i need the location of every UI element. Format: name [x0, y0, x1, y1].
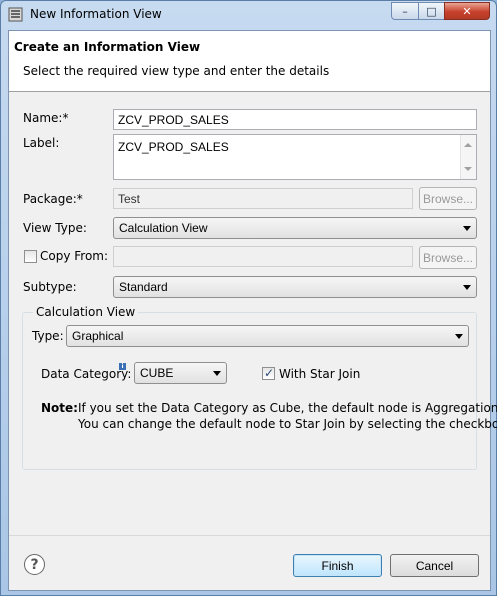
star-join-checkbox[interactable]: ✓	[262, 366, 275, 380]
scroll-down-icon[interactable]	[464, 167, 472, 171]
subtype-value: Standard	[119, 280, 168, 294]
package-input[interactable]: Test	[113, 188, 413, 209]
note-line-2: You can change the default node to Star …	[78, 417, 497, 431]
title-bar[interactable]: New Information View – □ ✕	[1, 1, 496, 28]
subtype-label: Subtype:	[23, 280, 77, 294]
header-message: Select the required view type and enter …	[23, 64, 330, 78]
package-browse-button[interactable]: Browse...	[419, 187, 477, 210]
scroll-up-icon[interactable]	[464, 143, 472, 147]
finish-button[interactable]: Finish	[293, 554, 382, 577]
dialog-body: Create an Information View Select the re…	[8, 30, 497, 591]
chevron-down-icon	[463, 226, 471, 231]
chevron-down-icon	[213, 371, 221, 376]
header-title: Create an Information View	[14, 40, 201, 54]
note-line-1: If you set the Data Category as Cube, th…	[78, 401, 497, 415]
help-icon[interactable]: ?	[24, 554, 45, 575]
check-icon: ✓	[264, 366, 275, 380]
copy-from-label: Copy From:	[40, 249, 109, 263]
data-category-value: CUBE	[140, 366, 174, 380]
copy-from-input[interactable]	[113, 246, 413, 267]
star-join-label: With Star Join	[279, 367, 361, 381]
label-textarea-value: ZCV_PROD_SALES	[118, 140, 229, 154]
app-icon	[8, 7, 23, 22]
type-select[interactable]: Graphical	[66, 325, 469, 347]
info-icon: i	[119, 363, 126, 370]
cancel-button[interactable]: Cancel	[390, 554, 479, 577]
calculation-view-group: Calculation View Type: Graphical Data Ca…	[22, 305, 497, 470]
name-label: Name:*	[23, 111, 69, 125]
chevron-down-icon	[463, 285, 471, 290]
name-input[interactable]: ZCV_PROD_SALES	[113, 109, 477, 130]
label-textarea[interactable]: ZCV_PROD_SALES	[113, 134, 477, 180]
data-category-label: Data Category:	[41, 367, 132, 381]
footer-divider	[9, 535, 490, 536]
dialog-window: New Information View – □ ✕ Create an Inf…	[0, 0, 497, 596]
note-prefix: Note:	[41, 401, 78, 415]
maximize-button[interactable]: □	[418, 2, 445, 20]
group-title: Calculation View	[33, 305, 139, 319]
data-category-select[interactable]: CUBE	[134, 362, 227, 384]
copy-from-checkbox[interactable]	[24, 250, 37, 263]
subtype-select[interactable]: Standard	[113, 276, 477, 298]
chevron-down-icon	[455, 334, 463, 339]
view-type-value: Calculation View	[119, 221, 208, 235]
view-type-select[interactable]: Calculation View	[113, 217, 477, 239]
close-button[interactable]: ✕	[444, 2, 490, 20]
type-value: Graphical	[72, 329, 124, 343]
minimize-button[interactable]: –	[391, 2, 419, 20]
type-label: Type:	[32, 329, 64, 343]
package-label: Package:*	[23, 192, 83, 206]
label-field-label: Label:	[23, 136, 60, 150]
copy-from-browse-button[interactable]: Browse...	[419, 246, 477, 269]
view-type-label: View Type:	[23, 221, 87, 235]
label-scrollbar[interactable]	[460, 135, 476, 179]
window-title: New Information View	[30, 7, 162, 21]
dialog-header: Create an Information View Select the re…	[9, 31, 490, 92]
